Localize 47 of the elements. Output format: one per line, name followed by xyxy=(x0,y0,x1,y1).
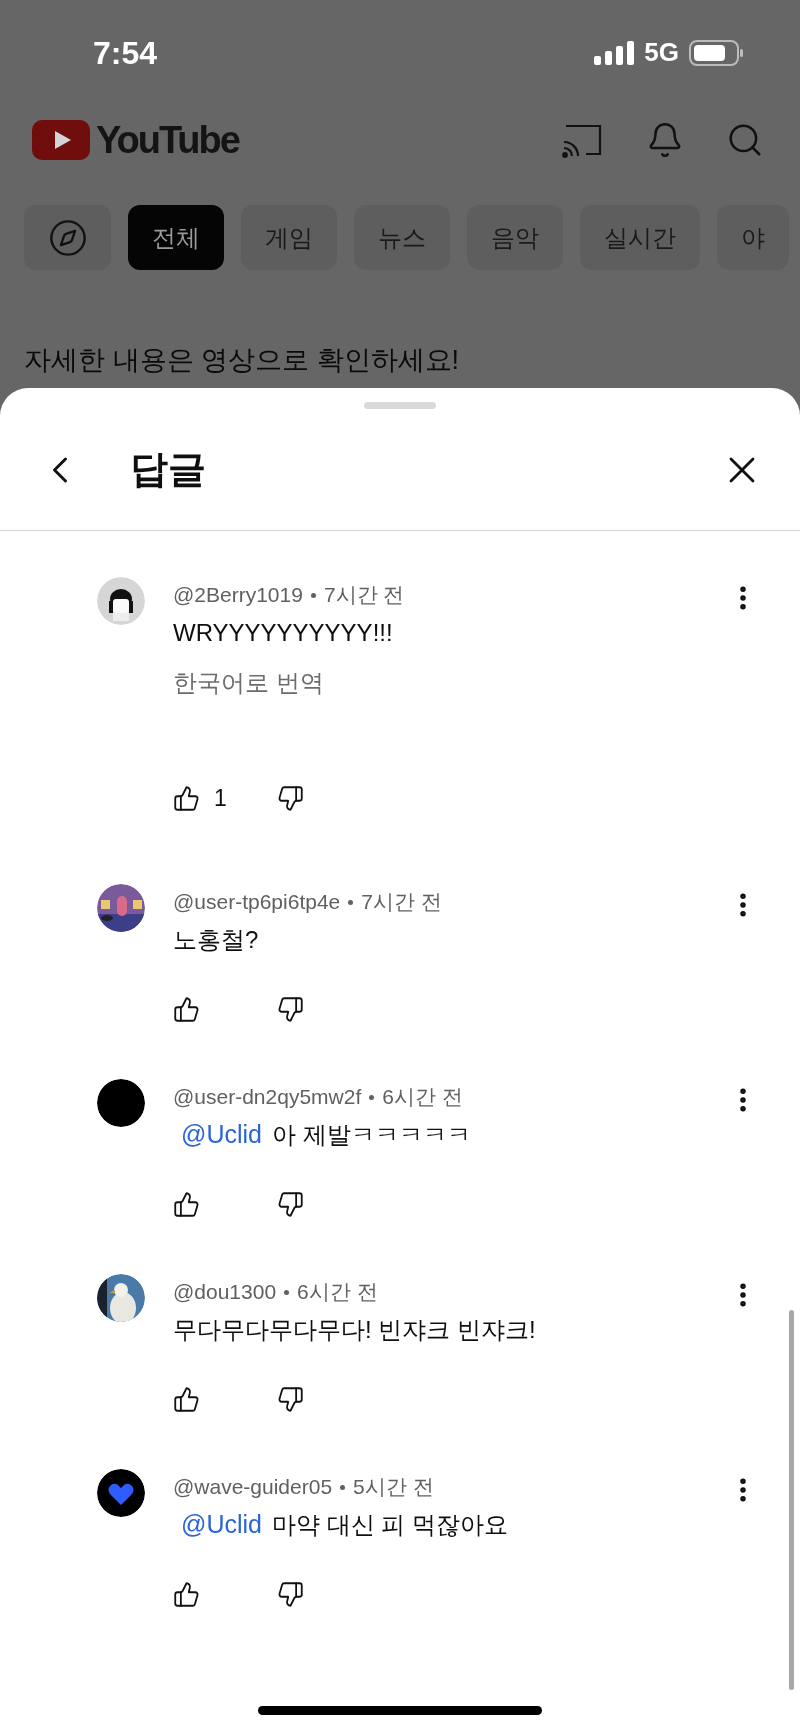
dislike-icon[interactable] xyxy=(277,1580,304,1608)
like-icon[interactable] xyxy=(173,1580,200,1608)
dot-separator-icon xyxy=(310,592,316,598)
compass-icon xyxy=(47,217,88,258)
dislike-icon[interactable] xyxy=(277,1190,304,1218)
play-logo-icon xyxy=(32,120,90,160)
network-label: 5G xyxy=(644,36,679,69)
mention-link[interactable]: @Uclid xyxy=(173,1506,262,1544)
dot-separator-icon xyxy=(284,1289,290,1295)
comment-author[interactable]: @2Berry1019 xyxy=(173,579,303,611)
mention-link[interactable]: @Uclid xyxy=(173,1116,262,1154)
comment-time: 5시간 전 xyxy=(353,1474,434,1501)
like-icon[interactable] xyxy=(173,784,200,812)
dislike-icon[interactable] xyxy=(277,1385,304,1413)
drag-handle[interactable] xyxy=(364,402,436,409)
dot-separator-icon xyxy=(348,899,354,905)
like-icon[interactable] xyxy=(173,1385,200,1413)
comment-author[interactable]: @dou1300 xyxy=(173,1276,277,1308)
translate-link[interactable]: 한국어로 번역 xyxy=(173,663,324,703)
description-text: 자세한 내용은 영상으로 확인하세요! xyxy=(24,344,460,377)
like-count: 1 xyxy=(214,783,227,813)
comment-time: 7시간 전 xyxy=(323,582,405,609)
dislike-icon[interactable] xyxy=(277,784,304,812)
comment-author[interactable]: @user-tp6pi6tp4e xyxy=(173,886,341,918)
sheet-title: 답글 xyxy=(130,447,206,492)
comment-time: 6시간 전 xyxy=(297,1279,378,1306)
battery-icon xyxy=(689,39,745,66)
comment-time: 6시간 전 xyxy=(382,1084,463,1111)
status-time: 7:54 xyxy=(93,33,158,73)
comment-time: 7시간 전 xyxy=(361,889,442,916)
explore-chip[interactable] xyxy=(24,205,111,270)
dot-separator-icon xyxy=(369,1094,375,1100)
signal-icon xyxy=(594,40,635,65)
dot-separator-icon xyxy=(340,1484,346,1490)
like-icon[interactable] xyxy=(173,995,200,1023)
category-chip[interactable]: 전체 xyxy=(128,205,224,270)
like-icon[interactable] xyxy=(173,1190,200,1218)
dislike-icon[interactable] xyxy=(277,995,304,1023)
comment-text: 마약 대신 피 먹잖아요 xyxy=(271,1510,508,1540)
comment-author[interactable]: @user-dn2qy5mw2f xyxy=(173,1081,362,1113)
comment-text: 노홍철? xyxy=(173,925,259,955)
comment-text: 무다무다무다무다! 빈쟈크 빈쟈크! xyxy=(173,1315,536,1345)
cast-icon[interactable] xyxy=(562,122,604,158)
comment-text: 아 제발ㅋㅋㅋㅋㅋ xyxy=(271,1120,471,1150)
logo-wordmark: YouTube xyxy=(96,121,239,159)
comment-author[interactable]: @wave-guider05 xyxy=(173,1471,333,1503)
comment-text: WRYYYYYYYYYY!!! xyxy=(173,618,393,648)
